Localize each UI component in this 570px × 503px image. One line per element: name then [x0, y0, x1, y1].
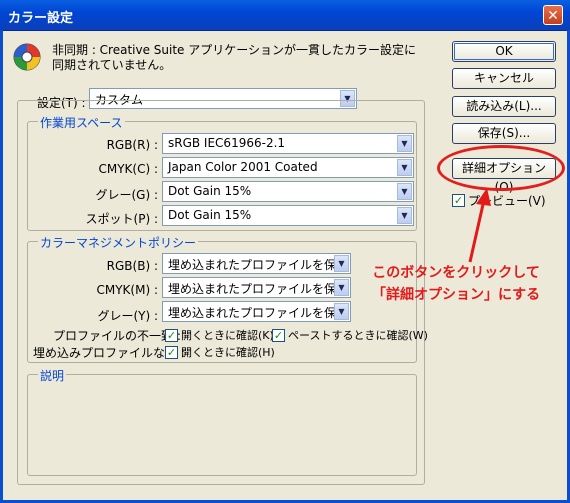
color-wheel-icon [13, 43, 41, 71]
policy-rgb-label: RGB(B) : [106, 259, 158, 273]
highlight-circle [437, 145, 565, 191]
missing-open-checkbox[interactable]: ✓ [165, 346, 178, 359]
policy-rgb-select[interactable]: 埋め込まれたプロファイルを保持 ▼ [162, 253, 351, 274]
policy-cmyk-select[interactable]: 埋め込まれたプロファイルを保持 ▼ [162, 277, 351, 298]
cmyk-working-value: Japan Color 2001 Coated [168, 160, 318, 174]
gray-label: グレー(G) : [95, 188, 158, 202]
spot-label: スポット(P) : [85, 212, 158, 226]
color-management-title: カラーマネジメントポリシー [38, 234, 199, 251]
load-button[interactable]: 読み込み(L)... [452, 96, 556, 117]
profile-mismatch-label: プロファイルの不一致 : [53, 329, 181, 343]
gray-working-value: Dot Gain 15% [168, 184, 252, 198]
spot-working-select[interactable]: Dot Gain 15% ▼ [162, 205, 414, 226]
chevron-down-icon: ▼ [334, 255, 349, 272]
annotation-text: このボタンをクリックして 「詳細オプション」にする [372, 262, 540, 306]
cmyk-label: CMYK(C) : [98, 162, 158, 176]
chevron-down-icon: ▼ [334, 303, 349, 320]
missing-open-label[interactable]: 開くときに確認(H) [181, 344, 275, 360]
chevron-down-icon: ▼ [334, 279, 349, 296]
chevron-down-icon: ▼ [397, 207, 412, 224]
cancel-button[interactable]: キャンセル [452, 68, 556, 89]
close-button[interactable]: ✕ [543, 5, 563, 25]
policy-gray-select[interactable]: 埋め込まれたプロファイルを保持 ▼ [162, 301, 351, 322]
window-title: カラー設定 [8, 11, 74, 26]
spot-working-value: Dot Gain 15% [168, 208, 252, 222]
rgb-working-value: sRGB IEC61966-2.1 [168, 136, 286, 150]
mismatch-paste-label[interactable]: ペーストするときに確認(W) [288, 327, 428, 343]
rgb-working-select[interactable]: sRGB IEC61966-2.1 ▼ [162, 133, 414, 154]
annotation-line2: 「詳細オプション」にする [372, 287, 541, 303]
mismatch-open-checkbox[interactable]: ✓ [165, 329, 178, 342]
annotation-arrow [468, 188, 491, 263]
policy-gray-label: グレー(Y) : [97, 309, 158, 323]
policy-rgb-value: 埋め込まれたプロファイルを保持 [168, 258, 349, 272]
mismatch-open-label[interactable]: 開くときに確認(K) [181, 327, 274, 343]
rgb-label: RGB(R) : [106, 138, 158, 152]
description-group [27, 374, 417, 476]
chevron-down-icon: ▼ [397, 159, 412, 176]
sync-warning-line2: 同期されていません。 [52, 58, 172, 72]
title-bar [0, 0, 570, 31]
annotation-line1: このボタンをクリックして [372, 265, 540, 281]
chevron-down-icon: ▼ [397, 135, 412, 152]
description-title: 説明 [38, 367, 67, 384]
chevron-down-icon: ▼ [397, 183, 412, 200]
mismatch-paste-checkbox[interactable]: ✓ [272, 329, 285, 342]
policy-cmyk-value: 埋め込まれたプロファイルを保持 [168, 282, 349, 296]
policy-cmyk-label: CMYK(M) : [96, 283, 158, 297]
save-button[interactable]: 保存(S)... [452, 123, 556, 144]
gray-working-select[interactable]: Dot Gain 15% ▼ [162, 181, 414, 202]
missing-profile-label: 埋め込みプロファイルなし : [33, 346, 185, 360]
working-spaces-title: 作業用スペース [38, 114, 125, 131]
cmyk-working-select[interactable]: Japan Color 2001 Coated ▼ [162, 157, 414, 178]
ok-button[interactable]: OK [452, 41, 556, 62]
policy-gray-value: 埋め込まれたプロファイルを保持 [168, 306, 349, 320]
